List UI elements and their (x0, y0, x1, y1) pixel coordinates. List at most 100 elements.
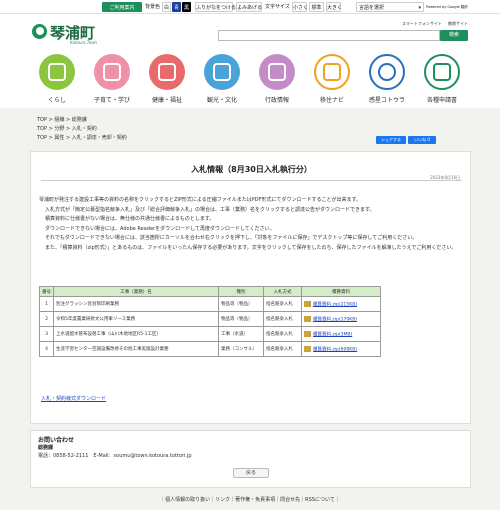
nav-item-health[interactable]: 健康・福祉 (142, 54, 192, 104)
table-row: 1 別注グラッシン窓封筒印刷業務 物品等（物品） 指名競争入札 積算資料.zip… (39, 296, 381, 312)
table-row: 2 令和5年度農業研修文公用車リース業務 物品等（物品） 指名競争入札 積算資料… (39, 311, 381, 327)
breadcrumb-link[interactable]: 組織 (54, 117, 64, 123)
house-icon (39, 54, 75, 90)
intro-text: 琴浦町が発注する建設工事等の資料の名称をクリックするとZIP形式による圧縮ファイ… (39, 196, 464, 254)
cell-number: 4 (39, 341, 54, 357)
top-utility-bar: ご利用案内 背景色 白 青 黒 ふりがなをつける よみあげる 文字サイズ 小さく… (0, 0, 500, 14)
table-row: 4 生涯学習センター空調設備改修その他工事実施設計業務 業務（コンサル） 指名競… (39, 341, 381, 357)
footer-links[interactable]: ｜個人情報の取り扱い｜リンク｜著作権・免責事項｜問合せ先｜RSSについて｜ (0, 496, 500, 503)
table-header-row: 番号 工事（業務）名 種別 入札方式 積算資料 (39, 286, 381, 297)
file-download-link[interactable]: 積算資料.zip(179KB) (313, 317, 357, 322)
migration-icon (314, 54, 350, 90)
breadcrumb-current[interactable]: 総務課 (72, 117, 87, 123)
bgcolor-blue-button[interactable]: 青 (172, 2, 181, 12)
town-logo-icon (32, 24, 47, 39)
intro-paragraph: また、「積算資料（zip形式）」とあるものは、ファイルをいったん保存する必要があ… (45, 244, 457, 251)
breadcrumb: TOP > 組織 > 総務課 TOP > 分野 > 入札・契約 TOP > 属性… (37, 116, 127, 143)
breadcrumb-current[interactable]: 入札・契約 (72, 126, 97, 132)
smartphone-link[interactable]: スマートフォンサイト (402, 21, 442, 27)
file-download-link[interactable]: 積算資料.zip(3MB) (313, 332, 352, 337)
fontsize-standard-button[interactable]: 標準 (309, 2, 324, 12)
breadcrumb-link[interactable]: 属性 (54, 135, 64, 141)
language-select[interactable]: 言語を選択 ▾ (356, 2, 424, 12)
readaloud-button[interactable]: よみあげる (236, 2, 262, 12)
intro-paragraph: 積算資料に仕様書がない場合は、無仕様の共通仕様書によるものとします。 (45, 216, 215, 223)
cell-name: 別注グラッシン窓封筒印刷業務 (53, 296, 219, 312)
cell-file: 積算資料.zip(215KB) (301, 296, 381, 312)
table-row: 3 上水道配水管布設替工事（山川木地地区R5-1工区） 工事（水道） 指名競争入… (39, 326, 381, 342)
cell-name: 上水道配水管布設替工事（山川木地地区R5-1工区） (53, 326, 219, 342)
nav-label: くらし (47, 97, 66, 104)
nav-label: 観光・文化 (206, 97, 237, 104)
furigana-button[interactable]: ふりがなをつける (195, 2, 236, 12)
col-header-file: 積算資料 (301, 286, 381, 297)
cell-type: 物品等（物品） (218, 311, 264, 327)
site-header: 琴浦町 Kotoura Town スマートフォンサイト 携帯サイト 検索 (0, 14, 500, 52)
cell-number: 3 (39, 326, 54, 342)
breadcrumb-current[interactable]: 入札・調達・売却・契約 (72, 135, 127, 141)
zip-file-icon (304, 345, 311, 352)
main-content: 入札情報（8月30日入札執行分） 2023年8月16日 琴浦町が発注する建設工事… (30, 151, 471, 424)
bgcolor-white-button[interactable]: 白 (162, 2, 171, 12)
breadcrumb-row: TOP > 分野 > 入札・契約 (37, 126, 97, 132)
cell-method: 指名競争入札 (263, 296, 302, 312)
star-icon (369, 54, 405, 90)
cell-name: 生涯学習センター空調設備改修その他工事実施設計業務 (53, 341, 219, 357)
fontsize-large-button[interactable]: 大きく (326, 2, 342, 12)
breadcrumb-link[interactable]: 分野 (54, 126, 64, 132)
file-download-link[interactable]: 積算資料.zip(608KB) (313, 347, 357, 352)
heart-icon (149, 54, 185, 90)
nav-label: 子育て・学び (93, 97, 130, 104)
facebook-share-button[interactable]: シェアする (376, 136, 406, 144)
col-header-number: 番号 (39, 286, 54, 297)
bgcolor-black-button[interactable]: 黒 (182, 2, 191, 12)
cell-number: 2 (39, 311, 54, 327)
nav-item-living[interactable]: くらし (32, 54, 82, 104)
fontsize-small-button[interactable]: 小さく (292, 2, 308, 12)
contact-phone-email: 電話：0858-52-2111 E-Mail：soumu@town.kotour… (38, 453, 192, 459)
cell-method: 指名競争入札 (263, 311, 302, 327)
breadcrumb-link[interactable]: TOP (37, 135, 47, 141)
intro-paragraph: 入札方式が「簡定公募型指名競争入札」及び「総合評価競争入札」の場合は、工事（業務… (45, 206, 375, 213)
cell-file: 積算資料.zip(3MB) (301, 326, 381, 342)
cell-method: 指名競争入札 (263, 341, 302, 357)
nav-label: 感星コトウラ (368, 97, 405, 104)
zip-file-icon (304, 300, 311, 307)
cell-file: 積算資料.zip(179KB) (301, 311, 381, 327)
search-input[interactable] (218, 30, 440, 41)
nav-item-tourism[interactable]: 観光・文化 (197, 54, 247, 104)
usage-guide-button[interactable]: ご利用案内 (102, 2, 142, 12)
breadcrumb-link[interactable]: TOP (37, 126, 47, 132)
cell-number: 1 (39, 296, 54, 312)
nav-item-migration[interactable]: 移住ナビ (307, 54, 357, 104)
mobile-link[interactable]: 携帯サイト (448, 21, 468, 27)
intro-paragraph: それでもダウンロードできない場合には、該当箇所にカーソルを合わせ右クリックを押下… (45, 235, 418, 242)
contact-heading: お問い合わせ (38, 437, 75, 444)
cell-type: 物品等（物品） (218, 296, 264, 312)
nav-item-forms[interactable]: 各種申請書 (417, 54, 467, 104)
cell-type: 業務（コンサル） (218, 341, 264, 357)
powered-by-google: Powered by Google 翻訳 (426, 5, 468, 9)
nav-label: 移住ナビ (319, 97, 344, 104)
cell-method: 指名競争入札 (263, 326, 302, 342)
facebook-like-button[interactable]: いいね 0 (408, 136, 436, 144)
nav-label: 健康・福祉 (151, 97, 182, 104)
file-download-link[interactable]: 積算資料.zip(215KB) (313, 302, 357, 307)
zip-file-icon (304, 315, 311, 322)
cell-name: 令和5年度農業研修文公用車リース業務 (53, 311, 219, 327)
contact-department: 総務課 (38, 445, 54, 451)
bid-table: 番号 工事（業務）名 種別 入札方式 積算資料 1 別注グラッシン窓封筒印刷業務… (39, 286, 381, 357)
search-button[interactable]: 検索 (440, 30, 468, 41)
camera-icon (204, 54, 240, 90)
breadcrumb-link[interactable]: TOP (37, 117, 47, 123)
back-button[interactable]: 戻る (233, 468, 269, 478)
col-header-method: 入札方式 (263, 286, 302, 297)
nav-item-childcare[interactable]: 子育て・学び (87, 54, 137, 104)
bgcolor-label: 背景色 (145, 4, 161, 10)
nav-item-kotoura[interactable]: 感星コトウラ (362, 54, 412, 104)
child-icon (94, 54, 130, 90)
breadcrumb-row: TOP > 属性 > 入札・調達・売却・契約 (37, 135, 127, 141)
nav-item-admin[interactable]: 行政情報 (252, 54, 302, 104)
bid-forms-download-link[interactable]: 入札・契約様式ダウンロード (41, 395, 106, 402)
site-subname: Kotoura Town (70, 40, 98, 45)
